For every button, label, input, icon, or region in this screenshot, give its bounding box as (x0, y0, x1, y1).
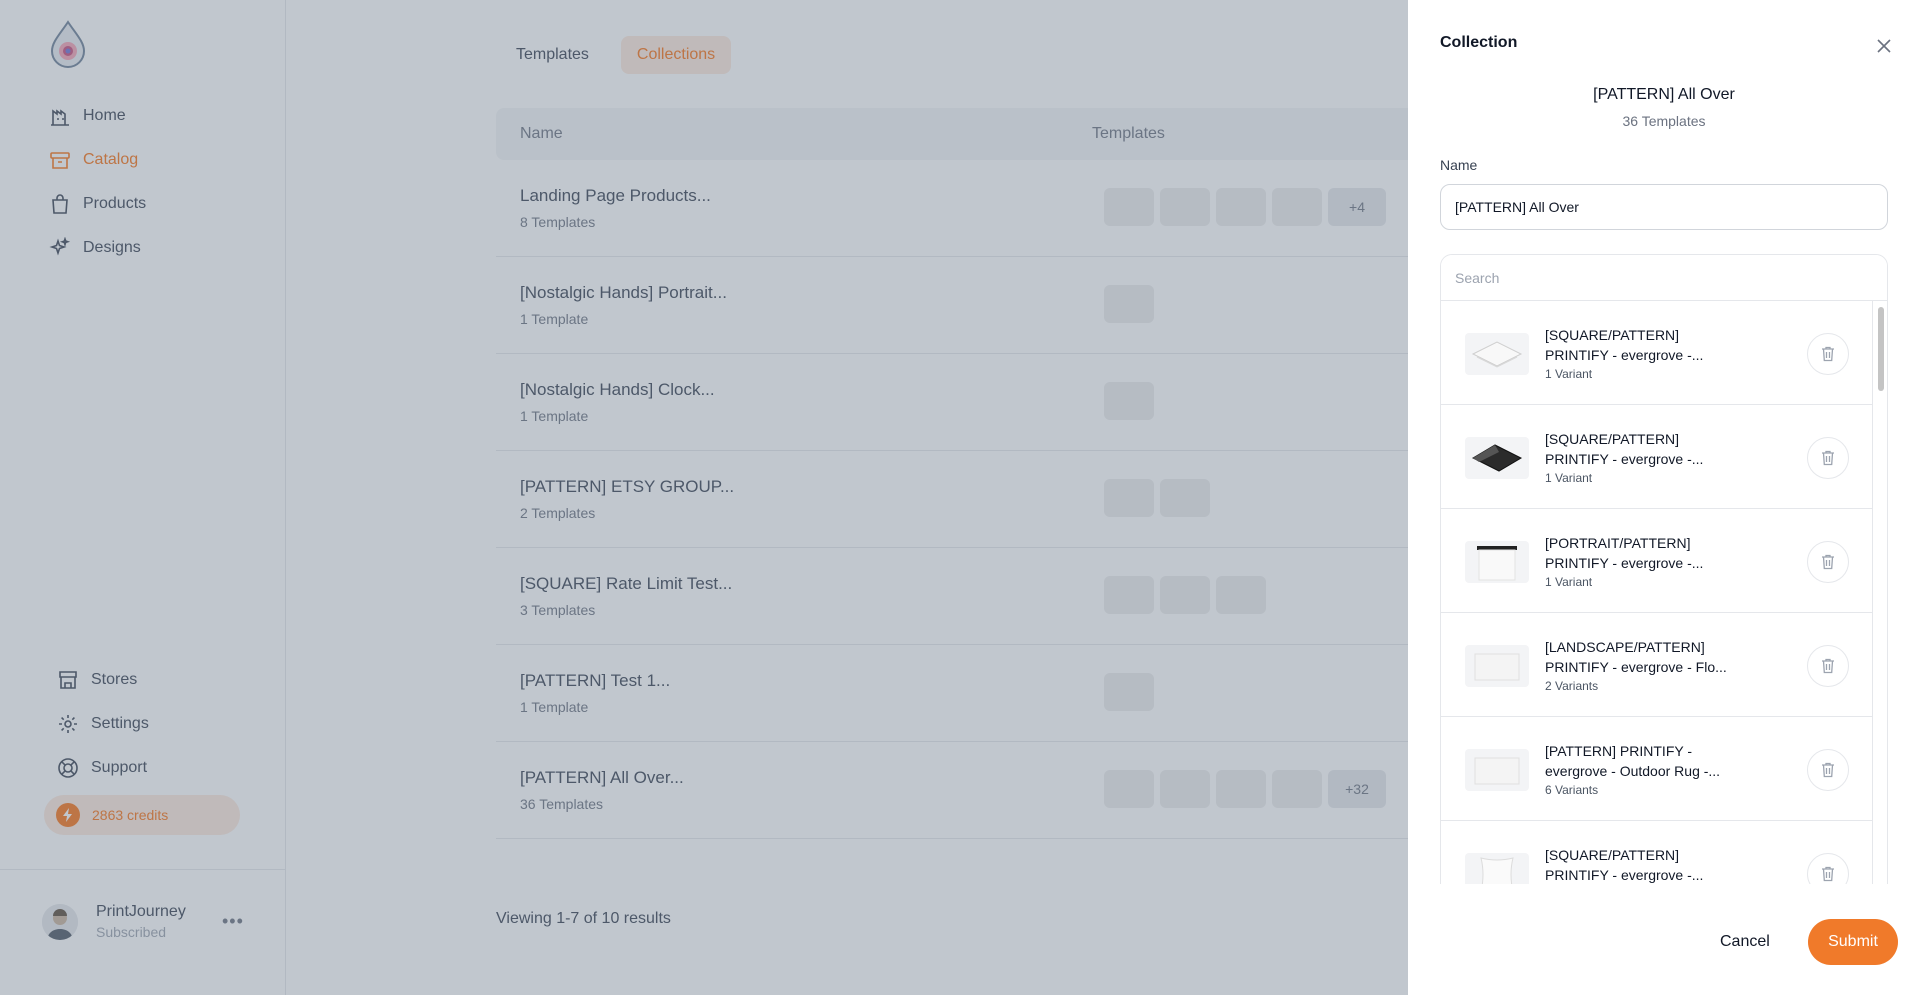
template-title-line: PRINTIFY - evergrove -... (1545, 451, 1704, 467)
template-list-item[interactable]: [LANDSCAPE/PATTERN] PRINTIFY - evergrove … (1441, 613, 1873, 717)
template-title: [SQUARE/PATTERN] PRINTIFY - evergrove -..… (1545, 325, 1745, 365)
template-list-item[interactable]: [PATTERN] PRINTIFY - evergrove - Outdoor … (1441, 717, 1873, 821)
collection-count: 36 Templates (1622, 113, 1706, 129)
template-title: [PATTERN] PRINTIFY - evergrove - Outdoor … (1545, 741, 1745, 781)
template-title-line: PRINTIFY - evergrove -... (1545, 347, 1704, 363)
trash-icon[interactable] (1807, 541, 1849, 583)
product-thumbnail (1465, 333, 1529, 375)
name-field[interactable] (1440, 184, 1888, 230)
template-title-line: [SQUARE/PATTERN] (1545, 431, 1680, 447)
template-title-line: PRINTIFY - evergrove -... (1545, 867, 1704, 883)
template-title-line: PRINTIFY - evergrove -... (1545, 555, 1704, 571)
template-list-item[interactable]: [SQUARE/PATTERN] PRINTIFY - evergrove -..… (1441, 301, 1873, 405)
product-thumbnail (1465, 437, 1529, 479)
template-title-line: evergrove - Outdoor Rug -... (1545, 763, 1721, 779)
variant-count: 6 Variants (1545, 783, 1599, 797)
template-title-line: [PATTERN] PRINTIFY - (1545, 743, 1693, 759)
template-title: [PORTRAIT/PATTERN] PRINTIFY - evergrove -… (1545, 533, 1745, 573)
product-thumbnail (1465, 645, 1529, 687)
template-title: [SQUARE/PATTERN] PRINTIFY - evergrove -..… (1545, 429, 1745, 469)
trash-icon[interactable] (1807, 749, 1849, 791)
template-title-line: PRINTIFY - evergrove - Flo... (1545, 659, 1727, 675)
template-title-line: [PORTRAIT/PATTERN] (1545, 535, 1691, 551)
variant-count: 1 Variant (1545, 367, 1593, 381)
cancel-button[interactable]: Cancel (1708, 919, 1782, 965)
trash-icon[interactable] (1807, 853, 1849, 884)
variant-count: 2 Variants (1545, 679, 1599, 693)
template-title-line: [SQUARE/PATTERN] (1545, 847, 1680, 863)
template-title-line: [SQUARE/PATTERN] (1545, 327, 1680, 343)
template-title-line: [LANDSCAPE/PATTERN] (1545, 639, 1705, 655)
collection-drawer: Collection [PATTERN] All Over 36 Templat… (1408, 0, 1920, 995)
modal-backdrop[interactable] (0, 0, 1408, 995)
trash-icon[interactable] (1807, 437, 1849, 479)
template-title: [SQUARE/PATTERN] PRINTIFY - evergrove -..… (1545, 845, 1745, 884)
drawer-title: Collection (1440, 34, 1518, 51)
trash-icon[interactable] (1807, 645, 1849, 687)
submit-button[interactable]: Submit (1808, 919, 1898, 965)
template-title: [LANDSCAPE/PATTERN] PRINTIFY - evergrove … (1545, 637, 1745, 677)
product-thumbnail (1465, 853, 1529, 884)
template-list-item[interactable]: [PORTRAIT/PATTERN] PRINTIFY - evergrove -… (1441, 509, 1873, 613)
product-thumbnail (1465, 749, 1529, 791)
template-list-item[interactable]: [SQUARE/PATTERN] PRINTIFY - evergrove -..… (1441, 821, 1873, 884)
product-thumbnail (1465, 541, 1529, 583)
name-label: Name (1440, 157, 1478, 173)
trash-icon[interactable] (1807, 333, 1849, 375)
template-list: [SQUARE/PATTERN] PRINTIFY - evergrove -..… (1440, 254, 1888, 884)
close-icon[interactable] (1870, 32, 1898, 60)
template-items: [SQUARE/PATTERN] PRINTIFY - evergrove -..… (1441, 301, 1873, 884)
variant-count: 1 Variant (1545, 575, 1593, 589)
search-input[interactable] (1441, 255, 1887, 301)
collection-name: [PATTERN] All Over (1593, 86, 1735, 103)
variant-count: 1 Variant (1545, 471, 1593, 485)
scroll-thumb[interactable] (1878, 307, 1884, 391)
scrollbar[interactable] (1877, 303, 1885, 883)
template-list-item[interactable]: [SQUARE/PATTERN] PRINTIFY - evergrove -..… (1441, 405, 1873, 509)
